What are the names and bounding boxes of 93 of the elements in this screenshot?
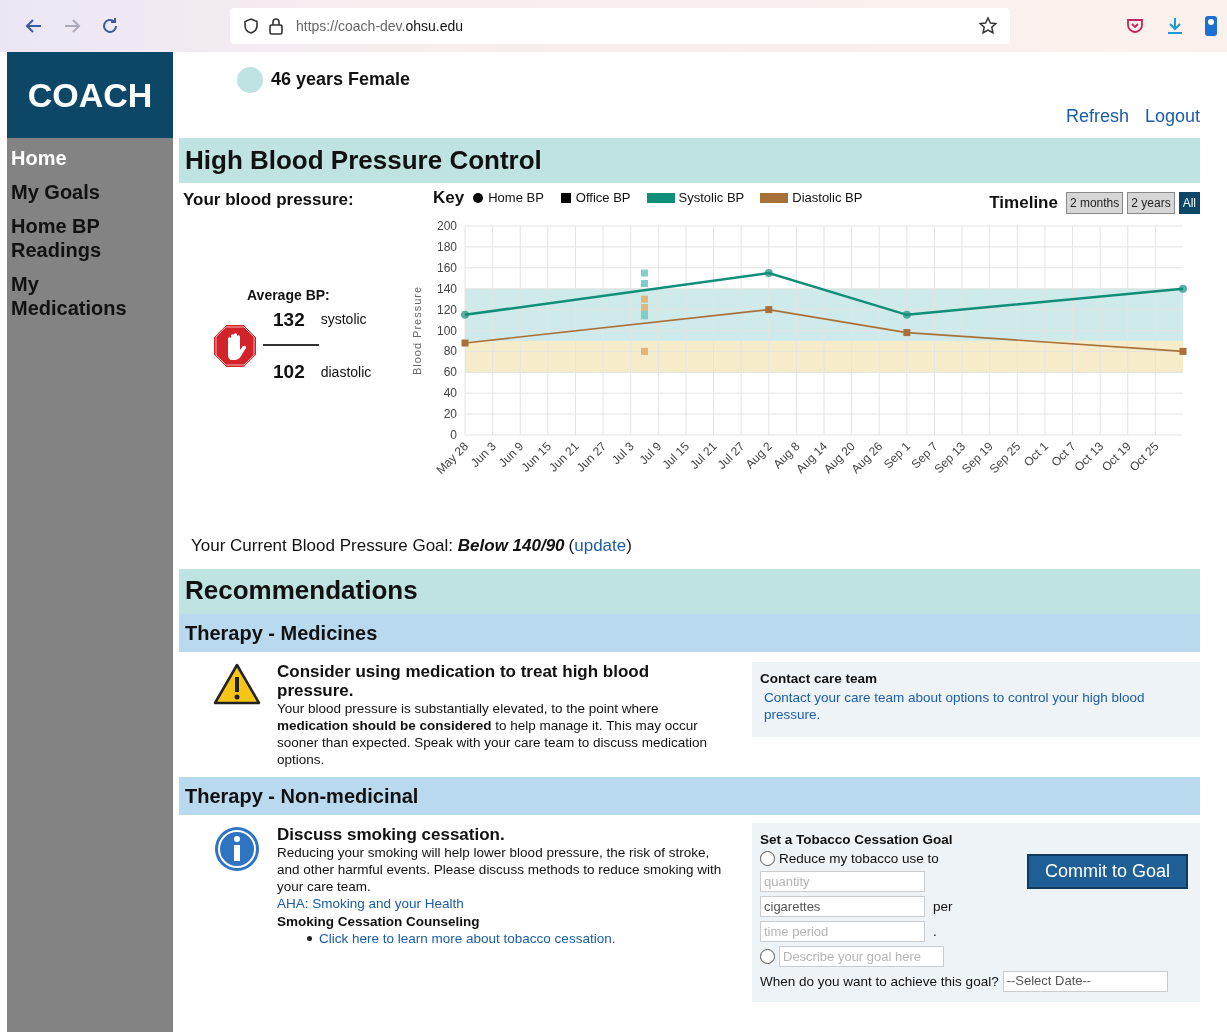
unit-field[interactable]: cigarettes [760,896,925,918]
recommendation-text: Your blood pressure is substantially elevated, to the point where medication should be considered to help manage it. This may occur sooner than expected. Speak with your care team to discuss medication options. [277,699,708,769]
resource-link[interactable]: Click here to learn more about tobacco cessation. [319,930,616,948]
radio-button[interactable] [760,851,775,866]
y-tick-label: 120 [436,302,457,317]
period-field[interactable]: time period [760,921,925,943]
x-tick-label: Jul 9 [636,439,665,468]
url-text[interactable]: https://coach-dev.ohsu.edu [296,15,464,37]
data-point [765,306,773,314]
circle-marker-icon [472,192,485,204]
download-icon[interactable] [1165,16,1185,36]
star-icon[interactable] [978,16,998,36]
shield-icon [242,17,260,35]
recommendation-text: Reducing your smoking will help lower blood pressure, the risk of stroke, and other harmful events. Please discuss methods to reduce smoking with your care team. [277,843,722,896]
x-tick-label: Jul 3 [609,439,637,468]
y-tick-label: 140 [436,281,457,296]
reload-icon[interactable] [100,16,120,36]
goal-text: Your Current Blood Pressure Goal: Below 140/90 [191,535,565,557]
sidebar-item[interactable]: My Goals [7,178,137,206]
x-tick-label: Oct 1 [1020,439,1052,470]
legend-label: Systolic BP [678,189,745,208]
bullet-icon [307,936,312,942]
data-point [902,310,911,319]
data-point [641,347,648,355]
y-tick-label: 100 [436,323,457,338]
group-title: Therapy - Medicines [179,613,1200,652]
resource-link[interactable]: AHA: Smoking and your Health [277,895,464,913]
contact-link[interactable]: Contact your care team about options to control your high blood pressure. [760,686,1192,726]
section-title: Recommendations [179,568,1200,614]
date-select[interactable]: --Select Date-- [1002,971,1168,993]
group-title: Therapy - Non-medicinal [179,776,1200,815]
logo: COACH [7,52,173,138]
per-label: per [933,898,953,916]
systolic-label: systolic [320,310,367,330]
y-axis-label: Blood Pressure [411,285,423,376]
lock-icon [268,17,284,35]
recommendation-title: Discuss smoking cessation. [277,824,506,844]
y-tick-label: 80 [443,344,457,359]
y-tick-label: 0 [450,428,457,442]
data-point [1179,284,1187,293]
subheading: Smoking Cessation Counseling [277,912,481,930]
data-point [461,339,469,347]
goal-field[interactable]: Describe your goal here [779,946,944,968]
paren-text: ) [626,535,632,557]
section-title: High Blood Pressure Control [179,138,1200,183]
legend-label: Diastolic BP [792,189,863,208]
pocket-icon[interactable] [1125,16,1145,36]
timeline-button[interactable]: 2 years [1127,192,1175,214]
quantity-field[interactable]: quantity [760,871,925,893]
data-point [641,280,648,287]
average-label: Average BP: [247,285,331,305]
info-icon [213,824,261,873]
y-tick-label: 180 [436,239,457,254]
square-marker-icon [559,192,572,204]
diastolic-value: 102 [273,360,305,384]
y-tick-label: 60 [443,365,457,380]
timeline-button[interactable]: All [1178,192,1200,214]
data-point [903,329,911,337]
sidebar-item[interactable]: Home [7,144,137,172]
data-point [461,310,469,319]
subtitle: Your blood pressure: [183,189,355,211]
x-tick-label: Aug 2 [742,439,775,472]
radio-label: Reduce my tobacco use to [779,849,939,868]
header-link[interactable]: Refresh [1065,103,1129,130]
sidebar-item[interactable]: Home BP Readings [7,212,137,264]
y-tick-label: 200 [436,219,457,233]
systolic-value: 132 [273,307,305,332]
panel-title: Contact care team [760,669,879,687]
header-link[interactable]: Logout [1144,103,1200,130]
y-tick-label: 160 [436,260,457,275]
key-label: Key [433,187,465,210]
legend-label: Home BP [488,189,544,208]
extension-icon[interactable] [1203,14,1217,38]
legend-label: Office BP [575,189,631,208]
recommendation-title: Consider using medication to treat high blood pressure. [277,661,651,700]
date-question: When do you want to achieve this goal? [760,973,999,991]
stop-hand-icon [211,322,259,370]
paren-text: ( [568,535,575,557]
data-point [641,269,648,277]
period-mark: . [933,923,937,941]
patient-summary: 46 years Female [271,68,411,91]
data-point [764,269,773,277]
data-point [1179,347,1187,355]
radio-button[interactable] [760,949,775,965]
sidebar-item[interactable]: My Medications [7,270,137,322]
timeline-label: Timeline [989,192,1058,215]
update-link[interactable]: update [574,533,627,559]
panel-title: Set a Tobacco Cessation Goal [760,830,954,848]
diastolic-label: diastolic [320,362,372,382]
commit-button[interactable]: Commit to Goal [1026,853,1188,889]
y-tick-label: 40 [443,386,457,401]
y-tick-label: 20 [443,407,457,422]
timeline-button[interactable]: 2 months [1065,192,1124,214]
